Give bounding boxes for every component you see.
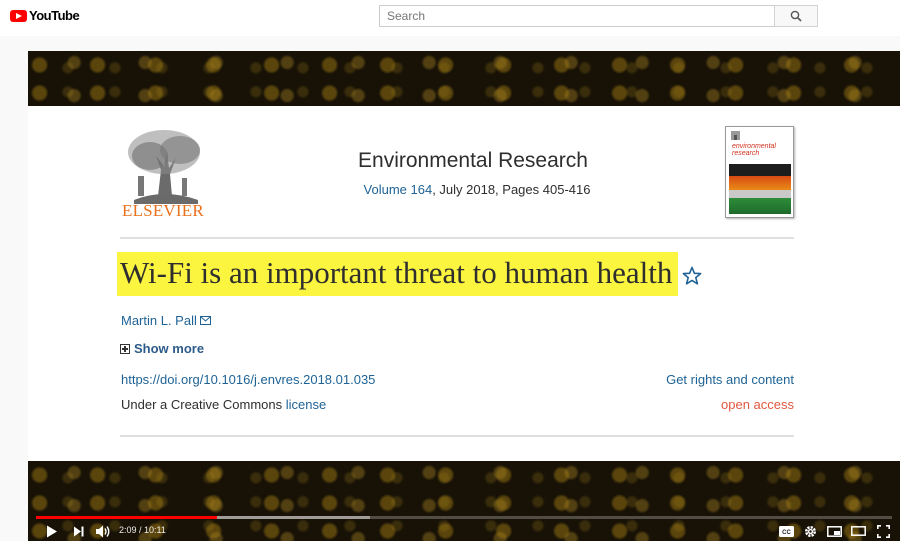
article-title: Wi-Fi is an important threat to human he…: [117, 252, 679, 296]
open-access-badge: open access: [721, 397, 794, 412]
cover-art-band: [729, 164, 791, 176]
cover-art-band: [729, 176, 791, 190]
divider: [120, 237, 794, 239]
rights-link[interactable]: Get rights and content: [666, 372, 794, 387]
miniplayer-button[interactable]: [825, 524, 843, 538]
video-background-top: [28, 51, 900, 106]
progress-bar[interactable]: [36, 516, 892, 519]
journal-cover-thumbnail: environmental research: [725, 126, 794, 218]
doi-link[interactable]: https://doi.org/10.1016/j.envres.2018.01…: [121, 372, 375, 387]
masthead: YouTube: [0, 0, 900, 36]
theater-icon: [850, 526, 866, 536]
plus-box-icon: [120, 343, 130, 354]
article-page-frame: ELSEVIER Environmental Research Volume 1…: [28, 106, 900, 461]
volume-icon: [95, 525, 109, 537]
cover-art-band: [729, 190, 791, 198]
article-title-block: Wi-Fi is an important threat to human he…: [117, 252, 702, 296]
time-display: 2:09 / 10:11: [119, 525, 166, 535]
show-more-label: Show more: [134, 341, 205, 356]
fullscreen-icon: [876, 524, 890, 538]
youtube-wordmark: YouTube: [29, 8, 80, 23]
search-bar: [379, 5, 818, 27]
issue-details: , July 2018, Pages 405-416: [432, 182, 591, 197]
fullscreen-button[interactable]: [874, 524, 892, 538]
captions-icon: CC: [778, 525, 794, 537]
next-button[interactable]: [71, 524, 87, 538]
search-button[interactable]: [774, 5, 818, 27]
cover-title: environmental research: [732, 143, 776, 157]
play-button[interactable]: [44, 524, 60, 538]
youtube-play-logo-icon: [10, 9, 27, 22]
miniplayer-icon: [826, 525, 842, 537]
player-controls: 2:09 / 10:11 CC: [28, 521, 900, 541]
settings-button[interactable]: [801, 524, 819, 538]
publisher-mini-logo-icon: [731, 131, 740, 140]
video-player[interactable]: ELSEVIER Environmental Research Volume 1…: [28, 51, 900, 541]
author-link[interactable]: Martin L. Pall: [121, 313, 211, 328]
theater-mode-button[interactable]: [849, 524, 867, 538]
license-prefix: Under a Creative Commons: [121, 397, 286, 412]
show-more-toggle[interactable]: Show more: [120, 341, 204, 356]
play-icon: [47, 525, 57, 537]
cover-art-band: [729, 198, 791, 214]
star-outline-icon[interactable]: [682, 266, 702, 286]
progress-played: [36, 516, 217, 519]
search-icon: [790, 10, 802, 22]
youtube-logo[interactable]: YouTube: [10, 8, 80, 23]
search-input[interactable]: [379, 5, 774, 27]
next-icon: [74, 526, 84, 536]
license-notice: Under a Creative Commons license: [121, 397, 326, 412]
volume-link[interactable]: Volume 164: [364, 182, 433, 197]
author-name: Martin L. Pall: [121, 313, 197, 328]
license-link[interactable]: license: [286, 397, 326, 412]
mute-button[interactable]: [94, 524, 112, 538]
settings-icon: [804, 525, 816, 537]
divider: [120, 435, 794, 437]
envelope-icon[interactable]: [199, 316, 211, 325]
elsevier-wordmark: ELSEVIER: [122, 201, 204, 220]
captions-button[interactable]: CC: [777, 524, 795, 538]
svg-text:CC: CC: [782, 530, 791, 536]
